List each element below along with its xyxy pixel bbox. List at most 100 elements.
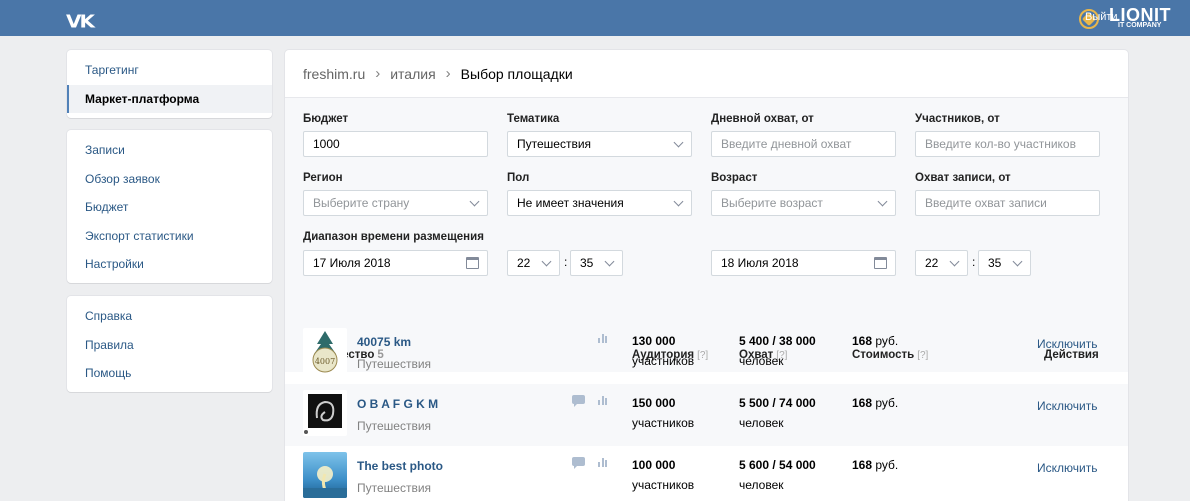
age-select[interactable]: Выберите возраст bbox=[711, 190, 896, 216]
cost-unit: руб. bbox=[875, 396, 899, 410]
cost-value: 168 bbox=[852, 396, 873, 410]
time-separator: : bbox=[564, 255, 568, 269]
community-name[interactable]: O B A F G K M bbox=[357, 397, 438, 411]
to-minute-value: 35 bbox=[988, 256, 1002, 270]
from-minute-value: 35 bbox=[580, 256, 594, 270]
audience-cell: 130 000 участников bbox=[632, 334, 694, 368]
avatar[interactable] bbox=[303, 452, 347, 498]
community-topic: Путешествия bbox=[357, 419, 432, 433]
exclude-button[interactable]: Исключить bbox=[1037, 461, 1097, 475]
brand-subtitle: IT COMPANY bbox=[1118, 22, 1162, 29]
community-name[interactable]: 40075 km bbox=[357, 335, 411, 349]
age-label: Возраст bbox=[711, 172, 758, 184]
chevron-down-icon bbox=[877, 196, 888, 207]
nav-item-export[interactable]: Экспорт статистики bbox=[67, 222, 272, 251]
table-row-obafgkm: O B A F G K M Путешествия 150 000 участни… bbox=[285, 384, 1128, 446]
cost-value: 168 bbox=[852, 334, 873, 348]
nav-item-reference[interactable]: Справка bbox=[67, 302, 272, 331]
chevron-down-icon bbox=[541, 256, 552, 267]
community-topic: Путешествия bbox=[357, 481, 432, 495]
nav-group-help: Справка Правила Помощь bbox=[67, 296, 272, 392]
region-label: Регион bbox=[303, 172, 343, 184]
cost-unit: руб. bbox=[875, 334, 899, 348]
reach-cell: 5 400 / 38 000 человек bbox=[739, 334, 816, 368]
logout-link[interactable]: Выйти bbox=[1085, 11, 1118, 23]
stats-icon[interactable] bbox=[596, 456, 609, 468]
chevron-right-icon: › bbox=[375, 65, 381, 82]
exclude-button[interactable]: Исключить bbox=[1037, 399, 1097, 413]
avatar[interactable] bbox=[303, 390, 347, 436]
chevron-down-icon bbox=[469, 196, 480, 207]
cost-cell: 168 руб. bbox=[852, 334, 898, 348]
to-date-value: 18 Июля 2018 bbox=[721, 256, 799, 270]
from-hour-value: 22 bbox=[517, 256, 531, 270]
nav-item-targeting[interactable]: Таргетинг bbox=[67, 56, 272, 85]
region-placeholder: Выберите страну bbox=[313, 196, 410, 210]
daily-reach-label: Дневной охват, от bbox=[711, 113, 814, 125]
audience-unit: участников bbox=[632, 416, 695, 430]
from-date-input[interactable]: 17 Июля 2018 bbox=[303, 250, 488, 276]
audience-unit: участников bbox=[632, 478, 695, 492]
nav-item-rules[interactable]: Правила bbox=[67, 331, 272, 360]
table-row-bestphoto: The best photo Путешествия 100 000 участн… bbox=[285, 446, 1128, 501]
stats-icon[interactable] bbox=[596, 332, 609, 344]
audience-value: 100 000 bbox=[632, 458, 676, 472]
budget-input[interactable]: 1000 bbox=[303, 131, 488, 157]
members-input[interactable]: Введите кол-во участников bbox=[915, 131, 1100, 157]
reach-value: 5 500 / 74 000 bbox=[739, 396, 816, 410]
cost-value: 168 bbox=[852, 458, 873, 472]
from-hour-select[interactable]: 22 bbox=[507, 250, 560, 276]
chevron-down-icon bbox=[673, 137, 684, 148]
community-name[interactable]: The best photo bbox=[357, 459, 443, 473]
topic-label: Тематика bbox=[507, 113, 560, 125]
top-bar: VK LIONIT IT COMPANY Выйти bbox=[0, 0, 1190, 36]
from-minute-select[interactable]: 35 bbox=[570, 250, 623, 276]
breadcrumb: freshim.ru › италия › Выбор площадки bbox=[285, 50, 1128, 98]
topic-value: Путешествия bbox=[517, 137, 592, 151]
post-reach-input[interactable]: Введите охват записи bbox=[915, 190, 1100, 216]
region-select[interactable]: Выберите страну bbox=[303, 190, 488, 216]
to-hour-value: 22 bbox=[925, 256, 939, 270]
filters-panel: Бюджет 1000 Тематика Путешествия Дневной… bbox=[285, 98, 1128, 340]
nav-item-market-platform[interactable]: Маркет-платформа bbox=[67, 84, 272, 113]
nav-item-budget[interactable]: Бюджет bbox=[67, 193, 272, 222]
nav-group-main: Таргетинг Маркет-платформа bbox=[67, 50, 272, 118]
gender-label: Пол bbox=[507, 172, 530, 184]
daily-reach-input[interactable]: Введите дневной охват bbox=[711, 131, 896, 157]
reach-value: 5 400 / 38 000 bbox=[739, 334, 816, 348]
nav-item-help[interactable]: Помощь bbox=[67, 359, 272, 388]
nav-item-settings[interactable]: Настройки bbox=[67, 250, 272, 279]
reach-unit: человек bbox=[739, 478, 784, 492]
audience-value: 130 000 bbox=[632, 334, 676, 348]
community-topic: Путешествия bbox=[357, 357, 432, 371]
members-label: Участников, от bbox=[915, 113, 1000, 125]
message-icon[interactable] bbox=[572, 457, 585, 469]
gender-select[interactable]: Не имеет значения bbox=[507, 190, 692, 216]
chevron-down-icon bbox=[604, 256, 615, 267]
to-date-input[interactable]: 18 Июля 2018 bbox=[711, 250, 896, 276]
gender-value: Не имеет значения bbox=[517, 196, 624, 210]
to-hour-select[interactable]: 22 bbox=[915, 250, 968, 276]
vk-logo[interactable]: VK bbox=[66, 10, 95, 32]
audience-cell: 100 000 участников bbox=[632, 458, 694, 492]
exclude-button[interactable]: Исключить bbox=[1037, 337, 1097, 351]
cost-unit: руб. bbox=[875, 458, 899, 472]
chevron-right-icon: › bbox=[445, 65, 451, 82]
main-panel: freshim.ru › италия › Выбор площадки Бюд… bbox=[285, 50, 1128, 501]
breadcrumb-site[interactable]: freshim.ru bbox=[303, 66, 365, 82]
calendar-icon[interactable] bbox=[874, 257, 887, 269]
audience-value: 150 000 bbox=[632, 396, 676, 410]
nav-item-posts[interactable]: Записи bbox=[67, 136, 272, 165]
audience-unit: участников bbox=[632, 354, 695, 368]
message-icon[interactable] bbox=[572, 395, 585, 407]
nav-group-account: Записи Обзор заявок Бюджет Экспорт стати… bbox=[67, 130, 272, 283]
nav-item-requests[interactable]: Обзор заявок bbox=[67, 165, 272, 194]
time-range-label: Диапазон времени размещения bbox=[303, 231, 484, 243]
stats-icon[interactable] bbox=[596, 394, 609, 406]
reach-cell: 5 500 / 74 000 человек bbox=[739, 396, 816, 430]
budget-label: Бюджет bbox=[303, 113, 349, 125]
topic-select[interactable]: Путешествия bbox=[507, 131, 692, 157]
calendar-icon[interactable] bbox=[466, 257, 479, 269]
to-minute-select[interactable]: 35 bbox=[978, 250, 1031, 276]
breadcrumb-campaign[interactable]: италия bbox=[390, 66, 435, 82]
